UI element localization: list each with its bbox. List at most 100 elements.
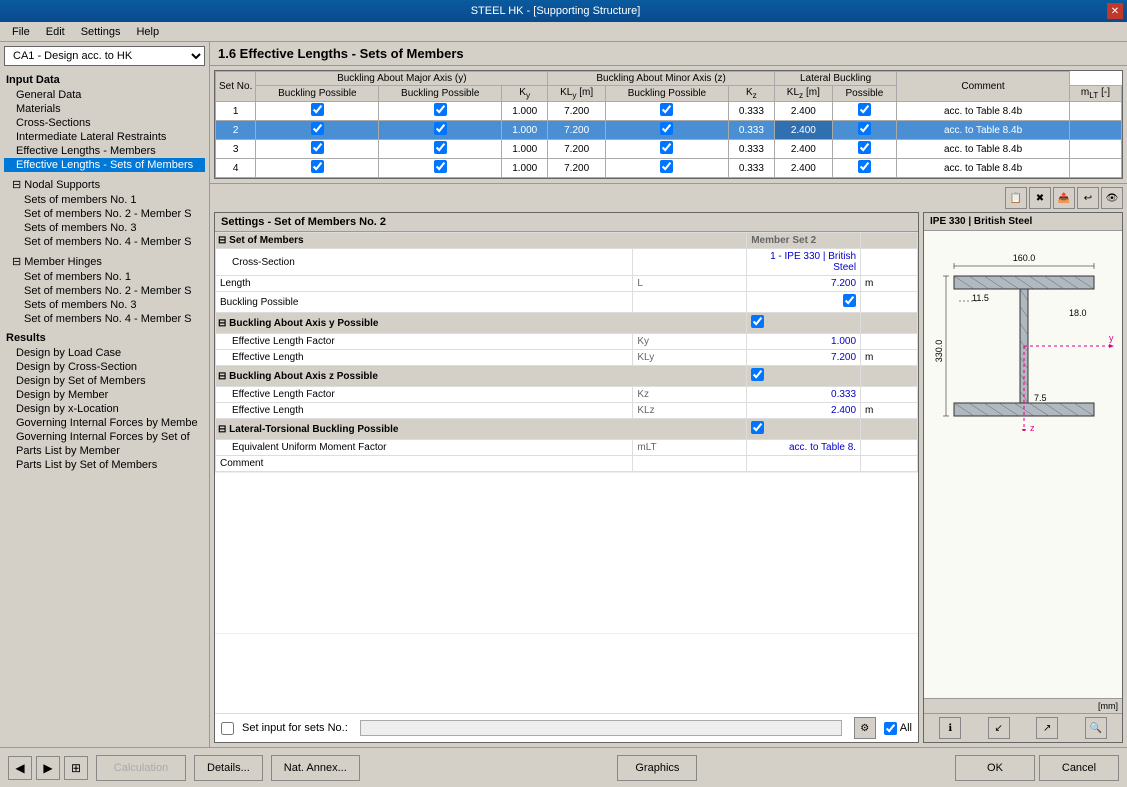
sidebar: CA1 - Design acc. to HK Input Data Gener…: [0, 42, 210, 747]
menu-edit[interactable]: Edit: [38, 24, 73, 40]
sidebar-item-cross-sections[interactable]: Cross-Sections: [4, 116, 205, 130]
sidebar-item-eff-sets[interactable]: Effective Lengths - Sets of Members: [4, 158, 205, 172]
xsection-import-btn[interactable]: ↗: [1036, 717, 1058, 739]
close-button[interactable]: ✕: [1107, 3, 1123, 19]
table-cell-bE[interactable]: [605, 140, 728, 159]
toolbar-view-btn[interactable]: 👁: [1101, 187, 1123, 209]
sidebar-item-mh-2[interactable]: Set of members No. 2 - Member S: [4, 284, 205, 298]
nat-annex-btn[interactable]: Nat. Annex...: [271, 755, 360, 781]
nav-prev-btn[interactable]: ◀: [8, 756, 32, 780]
toolbar-copy-btn[interactable]: 📋: [1005, 187, 1027, 209]
col-buckling-possible-e: Buckling Possible: [605, 86, 728, 102]
table-cell-bA[interactable]: [256, 140, 379, 159]
xsection-export-btn[interactable]: ↙: [988, 717, 1010, 739]
toolbar-undo-btn[interactable]: ↩: [1077, 187, 1099, 209]
settings-normal-sym: L: [633, 276, 747, 292]
table-cell-bE[interactable]: [605, 121, 728, 140]
sidebar-item-parts-member[interactable]: Parts List by Member: [4, 444, 205, 458]
table-row-no: 1: [216, 102, 256, 121]
sidebar-item-parts-set[interactable]: Parts List by Set of Members: [4, 458, 205, 472]
sidebar-item-gov-set[interactable]: Governing Internal Forces by Set of: [4, 430, 205, 444]
sidebar-item-design-load-case[interactable]: Design by Load Case: [4, 346, 205, 360]
menu-help[interactable]: Help: [128, 24, 167, 40]
toolbar-export-btn[interactable]: 📤: [1053, 187, 1075, 209]
sidebar-item-mh-1[interactable]: Set of members No. 1: [4, 270, 205, 284]
sidebar-item-ns-3[interactable]: Sets of members No. 3: [4, 221, 205, 235]
set-input-label: Set input for sets No.:: [242, 722, 348, 734]
col-buckling-possible-c: Buckling Possible: [379, 86, 502, 102]
toolbar-delete-btn[interactable]: ✖: [1029, 187, 1051, 209]
settings-panel-title: Settings - Set of Members No. 2: [215, 213, 918, 232]
sidebar-item-design-x[interactable]: Design by x-Location: [4, 402, 205, 416]
all-checkbox[interactable]: [884, 722, 897, 735]
xsection-info-btn[interactable]: ℹ: [939, 717, 961, 739]
ok-btn[interactable]: OK: [955, 755, 1035, 781]
grid-btn[interactable]: ⊞: [64, 756, 88, 780]
xsection-bottom-icons: ℹ ↙ ↗ 🔍: [924, 713, 1122, 742]
sidebar-item-materials[interactable]: Materials: [4, 102, 205, 116]
table-cell-bH[interactable]: [832, 102, 897, 121]
results-label: Results: [4, 330, 205, 346]
nodal-supports-label[interactable]: ⊟ Nodal Supports: [4, 176, 205, 193]
details-btn[interactable]: Details...: [194, 755, 263, 781]
table-cell-bA[interactable]: [256, 159, 379, 178]
member-hinges-label[interactable]: ⊟ Member Hinges: [4, 253, 205, 270]
left-icons: ◀ ▶ ⊞: [8, 756, 88, 780]
data-table: Set No. Buckling About Major Axis (y) Bu…: [215, 71, 1122, 178]
bottom-bar: ◀ ▶ ⊞ Calculation Details... Nat. Annex.…: [0, 747, 1127, 787]
settings-sub-unit: [861, 440, 918, 456]
table-cell-bH[interactable]: [832, 121, 897, 140]
table-cell-bH[interactable]: [832, 159, 897, 178]
svg-text:y: y: [1109, 333, 1114, 343]
sidebar-item-mh-3[interactable]: Sets of members No. 3: [4, 298, 205, 312]
sidebar-item-gov-member[interactable]: Governing Internal Forces by Membe: [4, 416, 205, 430]
sidebar-item-mh-4[interactable]: Set of members No. 4 - Member S: [4, 312, 205, 326]
table-row-no: 2: [216, 121, 256, 140]
svg-text:11.5: 11.5: [972, 293, 989, 303]
right-btns: OK Cancel: [955, 755, 1119, 781]
menu-file[interactable]: File: [4, 24, 38, 40]
table-cell-bH[interactable]: [832, 140, 897, 159]
settings-group-value: [747, 366, 861, 387]
xsection-title: IPE 330 | British Steel: [924, 213, 1122, 231]
table-cell-bB[interactable]: [379, 121, 502, 140]
sidebar-item-general-data[interactable]: General Data: [4, 88, 205, 102]
sidebar-item-ns-4[interactable]: Set of members No. 4 - Member S: [4, 235, 205, 249]
sidebar-item-ns-1[interactable]: Sets of members No. 1: [4, 193, 205, 207]
settings-normal-value[interactable]: [747, 292, 861, 313]
xsection-panel: IPE 330 | British Steel 160.0: [923, 212, 1123, 743]
xsection-drawing: 160.0 330.0 11.5: [924, 231, 1122, 698]
sidebar-item-eff-members[interactable]: Effective Lengths - Members: [4, 144, 205, 158]
col-ky: Ky: [502, 86, 548, 102]
table-cell-ky: 1.000: [502, 121, 548, 140]
table-cell-kz: 0.333: [728, 159, 774, 178]
nav-next-btn[interactable]: ▶: [36, 756, 60, 780]
set-input-checkbox[interactable]: [221, 722, 234, 735]
settings-normal-label: Comment: [216, 456, 633, 472]
sidebar-item-design-cross[interactable]: Design by Cross-Section: [4, 360, 205, 374]
design-standard-dropdown[interactable]: CA1 - Design acc. to HK: [4, 46, 205, 66]
table-cell-mlt: acc. to Table 8.4b: [897, 121, 1070, 140]
calculation-btn[interactable]: Calculation: [96, 755, 186, 781]
table-cell-bA[interactable]: [256, 121, 379, 140]
table-cell-bA[interactable]: [256, 102, 379, 121]
table-cell-bE[interactable]: [605, 159, 728, 178]
graphics-btn[interactable]: Graphics: [617, 755, 697, 781]
table-cell-bB[interactable]: [379, 140, 502, 159]
table-cell-bE[interactable]: [605, 102, 728, 121]
sidebar-item-design-set[interactable]: Design by Set of Members: [4, 374, 205, 388]
table-area[interactable]: Set No. Buckling About Major Axis (y) Bu…: [214, 70, 1123, 179]
sidebar-item-design-member[interactable]: Design by Member: [4, 388, 205, 402]
settings-sub-value: acc. to Table 8.: [747, 440, 861, 456]
sidebar-item-intermediate[interactable]: Intermediate Lateral Restraints: [4, 130, 205, 144]
table-cell-bB[interactable]: [379, 159, 502, 178]
settings-sub-label: Equivalent Uniform Moment Factor: [216, 440, 633, 456]
settings-normal-unit: [861, 456, 918, 472]
sidebar-item-ns-2[interactable]: Set of members No. 2 - Member S: [4, 207, 205, 221]
cancel-btn[interactable]: Cancel: [1039, 755, 1119, 781]
footer-action-btn[interactable]: ⚙: [854, 717, 876, 739]
xsection-zoom-btn[interactable]: 🔍: [1085, 717, 1107, 739]
menu-settings[interactable]: Settings: [73, 24, 129, 40]
table-cell-bB[interactable]: [379, 102, 502, 121]
settings-sub-label: Effective Length Factor: [216, 334, 633, 350]
